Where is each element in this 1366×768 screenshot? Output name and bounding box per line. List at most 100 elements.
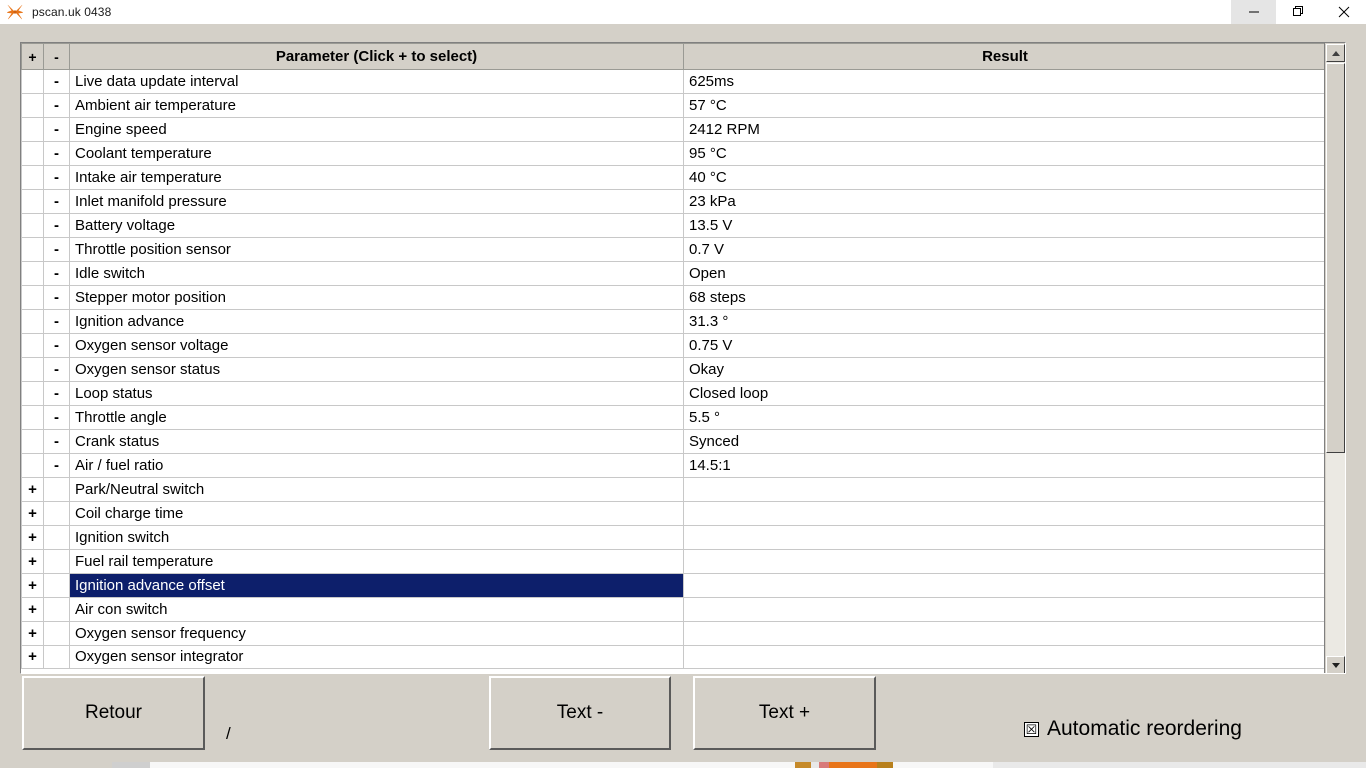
row-minus-toggle[interactable]: -	[43, 333, 70, 358]
row-parameter[interactable]: Stepper motor position	[69, 285, 684, 310]
table-row[interactable]: - Oxygen sensor voltage 0.75 V	[21, 333, 1326, 358]
maximize-button[interactable]	[1276, 0, 1321, 24]
row-minus-toggle[interactable]: -	[43, 213, 70, 238]
row-parameter[interactable]: Coolant temperature	[69, 141, 684, 166]
checkbox-box[interactable]: ☒	[1024, 721, 1039, 737]
row-plus-toggle[interactable]	[21, 93, 44, 118]
row-minus-toggle[interactable]: -	[43, 165, 70, 190]
row-parameter[interactable]: Idle switch	[69, 261, 684, 286]
row-parameter[interactable]: Throttle position sensor	[69, 237, 684, 262]
scrollbar-thumb[interactable]	[1326, 63, 1345, 453]
text-increase-button[interactable]: Text +	[693, 676, 876, 750]
row-plus-toggle[interactable]	[21, 285, 44, 310]
row-parameter[interactable]: Ignition switch	[69, 525, 684, 550]
table-row[interactable]: + Park/Neutral switch	[21, 477, 1326, 502]
table-row[interactable]: + Ignition advance offset	[21, 573, 1326, 598]
scroll-up-button[interactable]	[1326, 44, 1345, 62]
row-minus-toggle[interactable]	[43, 621, 70, 646]
row-minus-toggle[interactable]: -	[43, 309, 70, 334]
row-plus-toggle[interactable]	[21, 237, 44, 262]
row-plus-toggle[interactable]	[21, 261, 44, 286]
row-parameter[interactable]: Battery voltage	[69, 213, 684, 238]
row-minus-toggle[interactable]	[43, 597, 70, 622]
row-minus-toggle[interactable]: -	[43, 117, 70, 142]
row-parameter[interactable]: Oxygen sensor status	[69, 357, 684, 382]
row-plus-toggle[interactable]	[21, 357, 44, 382]
row-plus-toggle[interactable]	[21, 429, 44, 454]
row-parameter[interactable]: Air / fuel ratio	[69, 453, 684, 478]
table-row[interactable]: + Coil charge time	[21, 501, 1326, 526]
table-row[interactable]: + Oxygen sensor integrator	[21, 645, 1326, 669]
row-plus-toggle[interactable]: +	[21, 549, 44, 574]
close-button[interactable]	[1321, 0, 1366, 24]
header-plus[interactable]: +	[21, 43, 44, 70]
row-parameter[interactable]: Throttle angle	[69, 405, 684, 430]
row-parameter[interactable]: Air con switch	[69, 597, 684, 622]
row-parameter[interactable]: Ambient air temperature	[69, 93, 684, 118]
row-parameter[interactable]: Coil charge time	[69, 501, 684, 526]
row-plus-toggle[interactable]	[21, 381, 44, 406]
minimize-button[interactable]	[1231, 0, 1276, 24]
row-parameter[interactable]: Oxygen sensor frequency	[69, 621, 684, 646]
table-row[interactable]: - Stepper motor position 68 steps	[21, 285, 1326, 310]
row-minus-toggle[interactable]: -	[43, 93, 70, 118]
row-minus-toggle[interactable]	[43, 549, 70, 574]
table-row[interactable]: - Ambient air temperature 57 °C	[21, 93, 1326, 118]
row-parameter[interactable]: Intake air temperature	[69, 165, 684, 190]
row-minus-toggle[interactable]	[43, 525, 70, 550]
row-minus-toggle[interactable]: -	[43, 357, 70, 382]
row-plus-toggle[interactable]	[21, 333, 44, 358]
header-minus[interactable]: -	[43, 43, 70, 70]
row-parameter[interactable]: Inlet manifold pressure	[69, 189, 684, 214]
row-minus-toggle[interactable]: -	[43, 69, 70, 94]
table-row[interactable]: - Inlet manifold pressure 23 kPa	[21, 189, 1326, 214]
row-parameter[interactable]: Crank status	[69, 429, 684, 454]
row-plus-toggle[interactable]: +	[21, 645, 44, 669]
row-parameter[interactable]: Ignition advance	[69, 309, 684, 334]
row-parameter[interactable]: Oxygen sensor voltage	[69, 333, 684, 358]
row-plus-toggle[interactable]	[21, 189, 44, 214]
table-row[interactable]: + Air con switch	[21, 597, 1326, 622]
row-minus-toggle[interactable]: -	[43, 429, 70, 454]
table-row[interactable]: + Ignition switch	[21, 525, 1326, 550]
row-plus-toggle[interactable]: +	[21, 573, 44, 598]
vertical-scrollbar[interactable]	[1324, 43, 1345, 673]
row-minus-toggle[interactable]: -	[43, 141, 70, 166]
table-row[interactable]: - Ignition advance 31.3 °	[21, 309, 1326, 334]
table-row[interactable]: - Battery voltage 13.5 V	[21, 213, 1326, 238]
row-plus-toggle[interactable]	[21, 213, 44, 238]
automatic-reordering-checkbox[interactable]: ☒ Automatic reordering	[1024, 717, 1242, 741]
row-minus-toggle[interactable]: -	[43, 237, 70, 262]
header-result[interactable]: Result	[683, 43, 1326, 70]
row-plus-toggle[interactable]	[21, 141, 44, 166]
table-row[interactable]: - Oxygen sensor status Okay	[21, 357, 1326, 382]
row-minus-toggle[interactable]: -	[43, 285, 70, 310]
row-parameter[interactable]: Fuel rail temperature	[69, 549, 684, 574]
row-plus-toggle[interactable]	[21, 453, 44, 478]
row-plus-toggle[interactable]: +	[21, 621, 44, 646]
table-row[interactable]: - Throttle angle 5.5 °	[21, 405, 1326, 430]
table-row[interactable]: - Engine speed 2412 RPM	[21, 117, 1326, 142]
table-row[interactable]: - Coolant temperature 95 °C	[21, 141, 1326, 166]
row-minus-toggle[interactable]	[43, 501, 70, 526]
table-row[interactable]: - Air / fuel ratio 14.5:1	[21, 453, 1326, 478]
text-decrease-button[interactable]: Text -	[489, 676, 671, 750]
table-row[interactable]: + Oxygen sensor frequency	[21, 621, 1326, 646]
retour-button[interactable]: Retour	[22, 676, 205, 750]
table-row[interactable]: - Idle switch Open	[21, 261, 1326, 286]
table-row[interactable]: - Crank status Synced	[21, 429, 1326, 454]
table-row[interactable]: - Live data update interval 625ms	[21, 69, 1326, 94]
table-row[interactable]: - Intake air temperature 40 °C	[21, 165, 1326, 190]
row-plus-toggle[interactable]	[21, 165, 44, 190]
parameter-grid[interactable]: + - Parameter (Click + to select) Result…	[20, 42, 1346, 674]
row-minus-toggle[interactable]: -	[43, 261, 70, 286]
header-parameter[interactable]: Parameter (Click + to select)	[69, 43, 684, 70]
row-plus-toggle[interactable]	[21, 69, 44, 94]
row-plus-toggle[interactable]	[21, 309, 44, 334]
row-minus-toggle[interactable]	[43, 573, 70, 598]
row-plus-toggle[interactable]: +	[21, 525, 44, 550]
row-parameter[interactable]: Live data update interval	[69, 69, 684, 94]
row-minus-toggle[interactable]: -	[43, 453, 70, 478]
row-parameter[interactable]: Park/Neutral switch	[69, 477, 684, 502]
row-plus-toggle[interactable]: +	[21, 477, 44, 502]
